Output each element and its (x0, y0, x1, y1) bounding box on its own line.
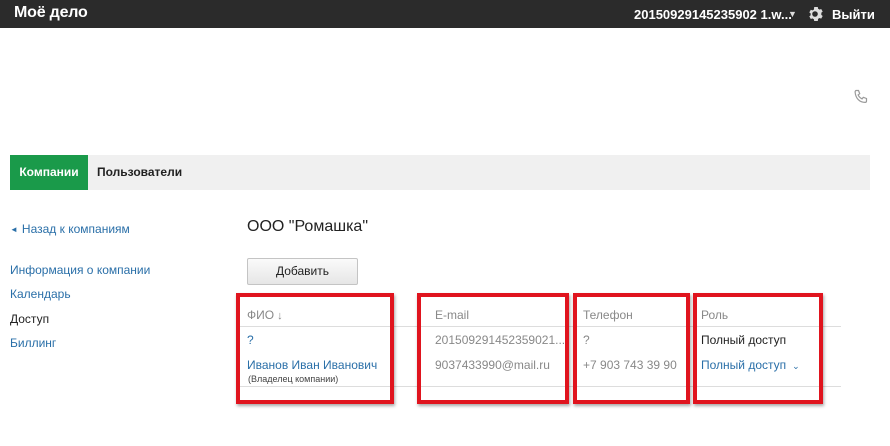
gear-icon[interactable] (807, 6, 823, 22)
highlight-box-role (693, 293, 823, 404)
add-button[interactable]: Добавить (247, 258, 358, 285)
logo[interactable]: Моё дело (14, 4, 88, 22)
tab-companies[interactable]: Компании (10, 155, 88, 190)
logout-link[interactable]: Выйти (832, 7, 875, 22)
sidebar-item-billing[interactable]: Биллинг (10, 336, 56, 350)
highlight-box-email (417, 293, 569, 404)
highlight-box-fio (236, 293, 394, 404)
page-title: ООО "Ромашка" (247, 218, 368, 235)
phone-icon[interactable] (852, 88, 870, 106)
back-to-companies-link[interactable]: ◄ Назад к компаниям (10, 222, 130, 236)
highlight-box-phone (573, 293, 690, 404)
sidebar-item-calendar[interactable]: Календарь (10, 287, 71, 301)
top-bar: Моё дело 20150929145235902 1.w... ▼ Выйт… (0, 0, 890, 28)
sidebar-item-access[interactable]: Доступ (10, 312, 49, 326)
account-menu[interactable]: 20150929145235902 1.w... (634, 7, 792, 22)
tab-bar: Компании Пользователи (10, 155, 870, 190)
sidebar-item-company-info[interactable]: Информация о компании (10, 263, 150, 277)
back-arrow-icon: ◄ (10, 225, 18, 234)
chevron-down-icon[interactable]: ▼ (788, 9, 797, 19)
tab-users[interactable]: Пользователи (97, 155, 182, 190)
